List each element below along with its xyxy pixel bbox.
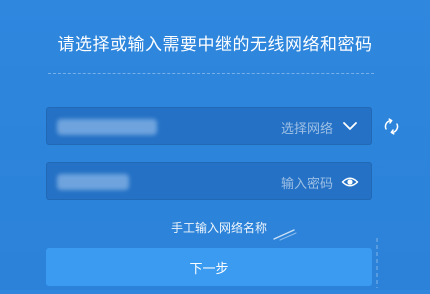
manual-network-name-label: 手工输入网络名称	[170, 221, 267, 235]
pencil-icon	[272, 226, 298, 241]
password-value-obscured	[57, 174, 129, 190]
page-title: 请选择或输入需要中继的无线网络和密码	[57, 35, 373, 55]
network-select-label: 选择网络	[280, 122, 333, 137]
refresh-icon[interactable]	[382, 117, 401, 136]
chevron-down-icon[interactable]	[341, 117, 359, 135]
edge-decoration	[374, 236, 380, 290]
eye-icon[interactable]	[341, 173, 359, 191]
network-select-field[interactable]: 选择网络	[46, 107, 372, 145]
wifi-relay-panel: 请选择或输入需要中继的无线网络和密码 选择网络 输入密码 手工输入网络名称 下一…	[0, 0, 430, 290]
network-name-value-obscured	[57, 119, 157, 135]
password-label: 输入密码	[280, 177, 333, 192]
next-button[interactable]: 下一步	[46, 248, 372, 286]
title-divider	[48, 73, 374, 74]
manual-network-name-link[interactable]: 手工输入网络名称	[0, 219, 430, 236]
password-field[interactable]: 输入密码	[46, 162, 372, 200]
